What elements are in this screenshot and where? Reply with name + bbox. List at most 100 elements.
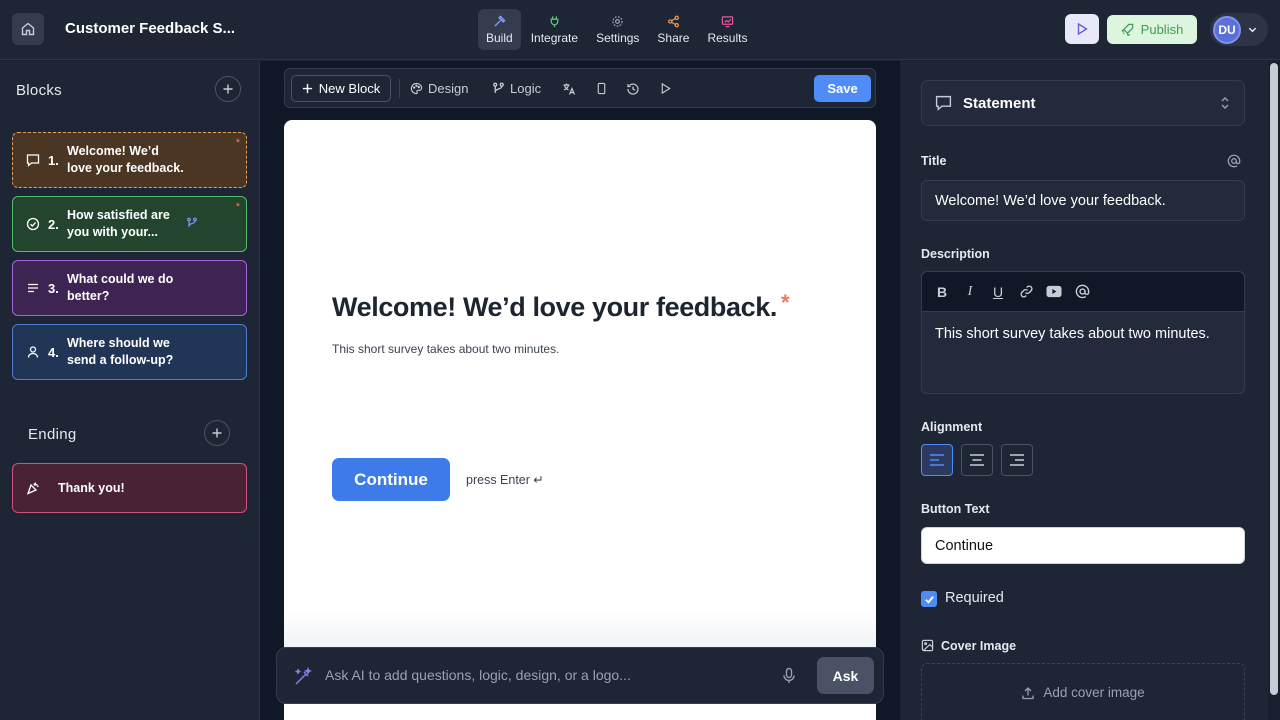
party-icon [25,480,41,496]
block-type-select[interactable]: Statement [921,80,1245,126]
button-text-input[interactable]: Continue [921,527,1245,564]
tab-build-label: Build [486,30,513,45]
italic-icon[interactable]: I [962,284,978,300]
plus-icon [223,84,233,94]
speech-bubble-icon [25,152,41,168]
align-right-icon [1010,454,1024,466]
block-number: 4. [48,344,59,360]
new-block-label: New Block [318,81,381,96]
block-label: What could we do better? [67,272,174,303]
button-text-label: Button Text [921,502,990,516]
align-center-icon [970,454,984,466]
translate-icon [563,83,576,95]
chevron-updown-icon [1221,97,1229,109]
toolbar-divider [399,79,400,98]
chevron-down-icon [1248,27,1257,33]
rich-text-toolbar: B I U [922,272,1244,312]
form-title[interactable]: Customer Feedback S... [65,20,235,37]
mention-icon[interactable] [1227,154,1241,168]
play-icon [661,82,671,95]
share-icon [668,15,679,27]
preview-button[interactable] [1065,14,1099,44]
user-menu[interactable]: DU [1210,13,1268,46]
tab-results[interactable]: Results [699,9,755,50]
save-button[interactable]: Save [814,75,871,102]
design-label: Design [428,81,469,96]
continue-button[interactable]: Continue [332,458,450,501]
publish-label: Publish [1140,22,1184,37]
align-left-button[interactable] [921,444,953,476]
preview-description[interactable]: This short survey takes about two minute… [332,342,559,356]
tab-integrate[interactable]: Integrate [523,9,586,50]
preview-title-text: Welcome! We’d love your feedback. [332,292,777,322]
properties-panel: Statement Title Welcome! We’d love your … [901,61,1280,720]
required-marker: * [780,290,790,315]
title-label: Title [921,154,947,168]
tab-build[interactable]: Build [478,9,521,50]
block-label: Welcome! We’d love your feedback. [67,144,184,175]
rocket-icon [1121,23,1133,36]
block-item-3[interactable]: 3. What could we do better? [12,260,247,316]
block-label: How satisfied are you with your... [67,208,170,239]
cover-image-label: Cover Image [941,639,1017,653]
history-icon [627,82,639,95]
required-label[interactable]: Required [945,590,1004,606]
tab-settings[interactable]: Settings [588,9,647,50]
preview-fade [284,610,876,650]
plus-icon [212,428,222,438]
required-checkbox[interactable] [921,591,937,607]
publish-button[interactable]: Publish [1107,15,1197,44]
history-button[interactable] [626,75,640,102]
panel-scrollbar[interactable] [1268,61,1280,720]
tab-share[interactable]: Share [649,9,697,50]
speech-bubble-icon [935,95,952,111]
translate-button[interactable] [562,75,576,102]
scrollbar-thumb[interactable] [1270,63,1278,695]
title-input[interactable]: Welcome! We’d love your feedback. [921,180,1245,221]
check-circle-icon [25,216,41,232]
underline-icon[interactable]: U [990,284,1006,300]
description-input[interactable]: This short survey takes about two minute… [935,326,1210,342]
preview-title[interactable]: Welcome! We’d love your feedback. * [332,290,790,323]
alignment-group [921,444,1033,476]
main-nav: Build Integrate Settings Share Results [478,9,755,50]
add-block-button[interactable] [215,76,241,102]
add-cover-label: Add cover image [1043,685,1145,700]
design-button[interactable]: Design [410,75,468,102]
required-marker: * [235,201,240,213]
bold-icon[interactable]: B [934,284,950,300]
ending-item[interactable]: Thank you! [12,463,247,513]
home-button[interactable] [12,13,44,45]
youtube-icon[interactable] [1046,284,1062,300]
image-icon [921,639,934,652]
new-block-button[interactable]: New Block [291,75,391,102]
run-preview-button[interactable] [659,75,672,102]
block-label: Where should we send a follow-up? [67,336,174,367]
link-icon[interactable] [1018,284,1034,300]
ai-prompt-input[interactable]: Ask AI to add questions, logic, design, … [325,667,631,683]
tab-results-label: Results [707,30,748,45]
description-label: Description [921,247,990,261]
microphone-icon[interactable] [781,667,797,685]
ask-button[interactable]: Ask [817,657,874,694]
logic-branch-icon [186,216,198,234]
magic-wand-icon [294,667,312,685]
phone-icon [597,82,606,95]
add-ending-button[interactable] [204,420,230,446]
person-icon [25,344,41,360]
mention-icon[interactable] [1074,284,1090,300]
block-item-1[interactable]: 1. Welcome! We’d love your feedback. * [12,132,247,188]
alignment-label: Alignment [921,420,983,434]
palette-icon [410,82,423,95]
align-right-button[interactable] [1001,444,1033,476]
block-item-4[interactable]: 4. Where should we send a follow-up? [12,324,247,380]
cover-image-dropzone[interactable]: Add cover image [921,663,1245,720]
block-number: 2. [48,216,59,232]
align-center-button[interactable] [961,444,993,476]
block-item-2[interactable]: 2. How satisfied are you with your... * [12,196,247,252]
mobile-preview-button[interactable] [595,75,608,102]
editor-toolbar: New Block Design Logic Save [284,68,876,108]
align-left-icon [930,454,944,466]
logic-button[interactable]: Logic [492,75,541,102]
plug-icon [550,15,559,27]
